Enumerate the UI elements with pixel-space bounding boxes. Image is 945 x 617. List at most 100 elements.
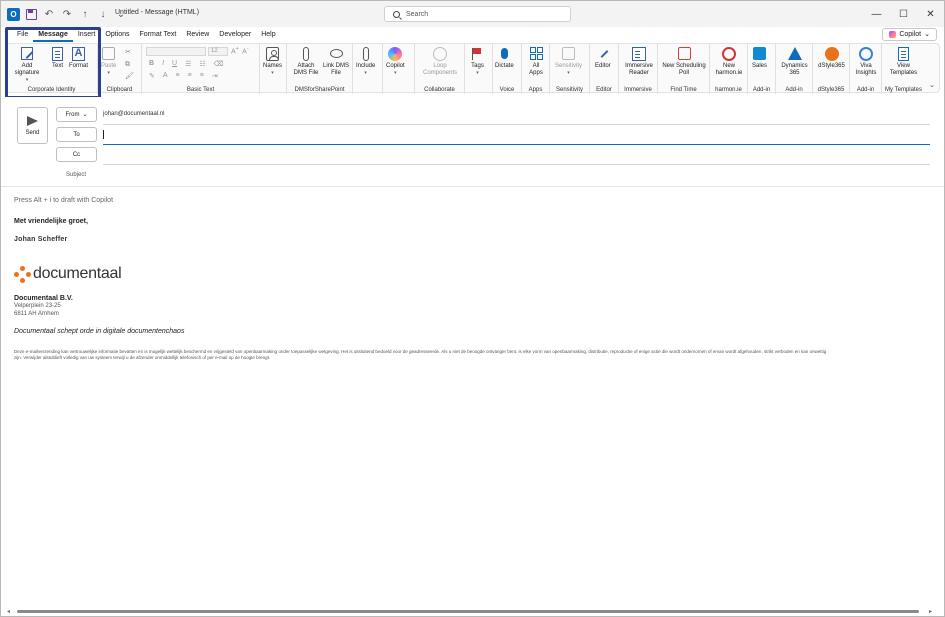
cut-icon[interactable]: ✂ bbox=[125, 47, 134, 59]
font-size-dropdown[interactable]: 12 bbox=[208, 47, 228, 56]
chevron-down-icon: ▾ bbox=[394, 70, 397, 76]
names-button[interactable]: Names ▾ bbox=[263, 46, 282, 77]
indent-icon[interactable]: ⇥ bbox=[212, 72, 218, 80]
dynamics-365-button[interactable]: Dynamics 365 bbox=[779, 46, 810, 77]
sales-button[interactable]: Sales bbox=[752, 46, 767, 70]
arrow-up-icon[interactable]: ↑ bbox=[79, 8, 91, 20]
sales-icon bbox=[753, 47, 766, 60]
italic-icon[interactable]: I bbox=[162, 60, 164, 68]
close-button[interactable]: ✕ bbox=[917, 1, 944, 27]
search-input[interactable]: Search bbox=[384, 6, 571, 22]
group-label: Immersive bbox=[624, 87, 652, 93]
sensitivity-icon bbox=[562, 47, 575, 60]
paste-button[interactable]: Paste ▾ bbox=[101, 46, 116, 77]
font-color-icon[interactable]: A bbox=[163, 72, 168, 80]
group-label: Basic Text bbox=[186, 87, 215, 93]
harmonie-icon bbox=[722, 46, 736, 61]
save-icon[interactable] bbox=[26, 8, 37, 20]
all-apps-button[interactable]: All Apps bbox=[527, 46, 545, 77]
tab-file[interactable]: File bbox=[12, 28, 33, 42]
numbering-icon[interactable]: ☷ bbox=[199, 60, 205, 68]
align-row: ✎ A ≡ ≡ ≡ ⇥ bbox=[149, 72, 218, 80]
tab-format-text[interactable]: Format Text bbox=[135, 28, 182, 42]
ribbon-expand-icon[interactable]: ⌄ bbox=[929, 81, 935, 89]
send-button[interactable]: Send bbox=[17, 107, 48, 144]
to-field-input[interactable] bbox=[103, 144, 930, 145]
copilot-pane-button[interactable]: Copilot ⌄ bbox=[882, 28, 937, 41]
tab-insert[interactable]: Insert bbox=[73, 28, 101, 42]
arrow-down-icon[interactable]: ↓ bbox=[97, 8, 109, 20]
dictate-button[interactable]: Dictate bbox=[495, 46, 514, 70]
tags-button[interactable]: Tags ▾ bbox=[470, 46, 485, 77]
group-collaborate: Loop Components Collaborate bbox=[415, 44, 465, 94]
logo-text: documentaal bbox=[33, 265, 122, 282]
dstyle365-button[interactable]: dStyle365 bbox=[816, 46, 847, 70]
immersive-reader-button[interactable]: Immersive Reader bbox=[622, 46, 656, 77]
immersive-reader-label: Immersive Reader bbox=[625, 63, 653, 76]
tab-review[interactable]: Review bbox=[181, 28, 214, 42]
scroll-right-icon[interactable]: ▸ bbox=[929, 608, 932, 615]
highlight-icon[interactable]: ✎ bbox=[149, 72, 155, 80]
from-button[interactable]: From ⌄ bbox=[56, 107, 97, 122]
text-button[interactable]: Text bbox=[50, 46, 65, 70]
loop-components-button[interactable]: Loop Components bbox=[418, 46, 462, 77]
group-label: harmon.ie bbox=[715, 87, 742, 93]
align-left-icon[interactable]: ≡ bbox=[176, 72, 180, 80]
chevron-down-icon: ▾ bbox=[271, 70, 274, 76]
group-voice: Dictate Voice bbox=[493, 44, 522, 94]
address-street: Velperplein 23-25 bbox=[14, 303, 61, 309]
add-signature-button[interactable]: Add signature ▾ bbox=[12, 46, 42, 84]
align-center-icon[interactable]: ≡ bbox=[188, 72, 192, 80]
cc-field-input[interactable] bbox=[103, 164, 930, 165]
include-button[interactable]: Include ▾ bbox=[356, 46, 375, 77]
clear-format-icon[interactable]: ⌫ bbox=[214, 60, 224, 68]
maximize-button[interactable]: ☐ bbox=[890, 1, 917, 27]
group-label: Add-in bbox=[856, 87, 875, 93]
bold-icon[interactable]: B bbox=[149, 60, 154, 68]
group-label: My Templates bbox=[885, 87, 922, 93]
copy-icon[interactable]: ⧉ bbox=[125, 59, 134, 71]
viva-label: Viva Insights bbox=[855, 63, 877, 76]
format-button[interactable]: A Format bbox=[69, 46, 88, 70]
group-basic-text: 12 A+ A- B I U ☰ ☷ ⌫ ✎ A ≡ ≡ ≡ ⇥ Basic T bbox=[142, 44, 260, 94]
minimize-button[interactable]: — bbox=[863, 1, 890, 27]
cc-button[interactable]: Cc bbox=[56, 147, 97, 162]
scrollbar-thumb[interactable] bbox=[17, 610, 919, 613]
tab-developer[interactable]: Developer bbox=[214, 28, 256, 42]
group-sales: Sales Add-in bbox=[748, 44, 776, 94]
viva-insights-button[interactable]: Viva Insights bbox=[853, 46, 879, 77]
group-names: Names ▾ bbox=[260, 44, 287, 94]
grow-font-icon[interactable]: A+ bbox=[231, 46, 239, 55]
underline-icon[interactable]: U bbox=[172, 60, 177, 68]
copilot-button[interactable]: Copilot ▾ bbox=[386, 46, 405, 77]
tab-help[interactable]: Help bbox=[256, 28, 280, 42]
horizontal-scrollbar[interactable]: ◂ ▸ bbox=[7, 608, 932, 615]
sensitivity-button[interactable]: Sensitivity ▾ bbox=[555, 46, 582, 77]
names-label: Names bbox=[263, 63, 283, 69]
group-label: Find Time bbox=[670, 87, 697, 93]
new-harmonie-button[interactable]: New harmon.ie bbox=[713, 46, 745, 77]
scroll-left-icon[interactable]: ◂ bbox=[7, 608, 10, 615]
new-scheduling-poll-button[interactable]: New Scheduling Poll bbox=[661, 46, 707, 77]
tab-message[interactable]: Message bbox=[33, 28, 73, 42]
microphone-icon bbox=[500, 48, 508, 59]
link-icon bbox=[329, 49, 343, 58]
undo-icon[interactable]: ↶ bbox=[43, 8, 55, 20]
tab-options[interactable]: Options bbox=[100, 28, 134, 42]
shrink-font-icon[interactable]: A- bbox=[242, 46, 249, 55]
group-label: dStyle365 bbox=[817, 87, 845, 93]
editor-button[interactable]: Editor bbox=[595, 46, 611, 70]
align-right-icon[interactable]: ≡ bbox=[200, 72, 204, 80]
chevron-down-icon: ▾ bbox=[25, 77, 29, 83]
subject-field-divider[interactable] bbox=[1, 186, 944, 187]
text-icon bbox=[52, 46, 63, 61]
link-dms-file-button[interactable]: Link DMS File bbox=[322, 46, 350, 77]
attach-dms-file-button[interactable]: Attach DMS File bbox=[291, 46, 321, 77]
view-templates-button[interactable]: View Templates bbox=[886, 46, 921, 77]
bullets-icon[interactable]: ☰ bbox=[185, 60, 191, 68]
font-name-dropdown[interactable] bbox=[146, 47, 206, 56]
format-painter-icon[interactable]: 🖌 bbox=[125, 71, 134, 83]
redo-icon[interactable]: ↷ bbox=[61, 8, 73, 20]
to-button[interactable]: To bbox=[56, 127, 97, 142]
calendar-icon bbox=[677, 47, 691, 60]
